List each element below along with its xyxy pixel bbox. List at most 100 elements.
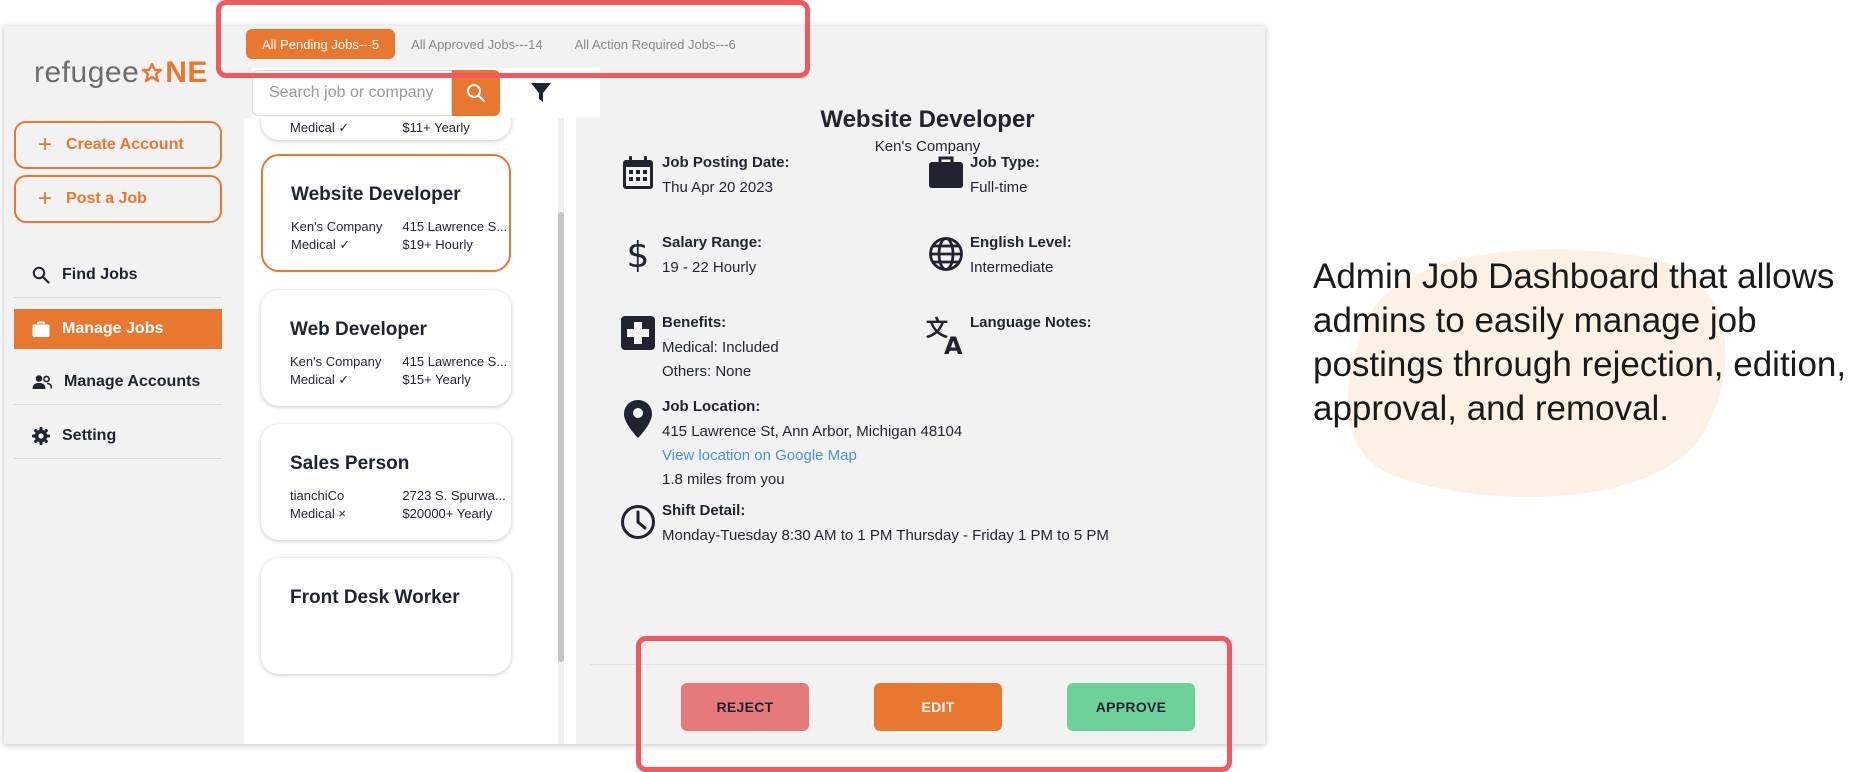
sidebar-item-find-jobs[interactable]: Find Jobs — [14, 252, 222, 298]
benefits-label: Benefits: — [662, 314, 727, 331]
benefits-other-value: Others: None — [662, 363, 752, 380]
svg-text:$: $ — [627, 236, 650, 272]
reject-button[interactable]: REJECT — [681, 683, 809, 731]
plus-icon: + — [38, 131, 53, 158]
shift-value: Monday-Tuesday 8:30 AM to 1 PM Thursday … — [662, 527, 1109, 544]
briefcase-icon — [32, 321, 50, 337]
sidebar: refugee NE + Create Account + Post a Job… — [4, 26, 236, 744]
clock-icon — [621, 505, 655, 539]
card-title: Sales Person — [290, 453, 410, 474]
plus-icon: + — [38, 185, 53, 212]
job-detail-panel: Website Developer Ken's Company Job Post… — [590, 52, 1265, 744]
card-company: Ken's Company — [290, 354, 382, 369]
tab-approved-jobs[interactable]: All Approved Jobs---14 — [395, 29, 559, 59]
field-job-type: Job Type: Full-time — [922, 154, 1040, 200]
job-type-value: Full-time — [970, 179, 1028, 196]
job-card[interactable]: Sales Person tianchiCo 2723 S. Spurwa...… — [261, 424, 511, 540]
scrollbar[interactable] — [558, 118, 564, 744]
card-medical: Medical ✓ — [290, 120, 350, 135]
sidebar-item-label: Find Jobs — [62, 265, 138, 283]
globe-icon — [929, 237, 963, 271]
action-bar: REJECT EDIT APPROVE — [590, 664, 1265, 744]
location-value: 415 Lawrence St, Ann Arbor, Michigan 481… — [662, 423, 963, 440]
search-input[interactable] — [252, 70, 452, 116]
card-pay: $19+ Hourly — [402, 237, 473, 252]
logo-text-a: refugee — [34, 56, 140, 89]
translate-icon: 文 A — [926, 316, 963, 356]
posting-date-label: Job Posting Date: — [662, 154, 790, 171]
search-button[interactable] — [452, 70, 500, 116]
sidebar-item-label: Manage Accounts — [64, 372, 201, 390]
card-location: 415 Lawrence S... — [402, 219, 508, 234]
sidebar-item-manage-accounts[interactable]: Manage Accounts — [14, 359, 222, 405]
job-company: Ken's Company — [874, 138, 981, 155]
filter-button[interactable] — [530, 82, 552, 104]
card-title: Web Developer — [290, 319, 427, 340]
language-notes-label: Language Notes: — [970, 314, 1092, 331]
google-map-link[interactable]: View location on Google Map — [662, 444, 962, 468]
job-list-column: All Pending Jobs---5 All Approved Jobs--… — [240, 26, 736, 744]
card-medical: Medical ✓ — [290, 372, 350, 387]
medical-cross-icon — [621, 316, 655, 350]
card-company: Ken's Company — [291, 219, 383, 234]
sidebar-item-label: Setting — [62, 426, 117, 444]
card-pay: $20000+ Yearly — [402, 506, 493, 521]
job-title: Website Developer — [820, 106, 1035, 133]
refugee-one-logo: refugee NE — [34, 56, 208, 90]
field-benefits: Benefits: Medical: Included Others: None — [614, 314, 779, 384]
benefits-medical-value: Medical: Included — [662, 339, 779, 356]
job-card[interactable]: Medical ✓ $11+ Yearly — [261, 118, 511, 140]
search-bar — [252, 68, 600, 118]
post-job-label: Post a Job — [66, 190, 147, 207]
tab-pending-jobs[interactable]: All Pending Jobs---5 — [246, 29, 396, 59]
english-level-label: English Level: — [970, 234, 1072, 251]
gear-icon — [32, 426, 50, 445]
calendar-icon — [623, 156, 653, 189]
search-icon — [32, 266, 50, 284]
logo-sun-icon — [142, 62, 163, 83]
approve-button[interactable]: APPROVE — [1067, 683, 1195, 731]
briefcase-icon — [929, 156, 963, 188]
job-card-list: Medical ✓ $11+ Yearly Website Developer … — [244, 118, 576, 744]
card-medical: Medical ✓ — [291, 237, 351, 252]
job-card[interactable]: Front Desk Worker — [261, 558, 511, 674]
sidebar-item-setting[interactable]: Setting — [14, 413, 222, 459]
field-english-level: English Level: Intermediate — [922, 234, 1072, 280]
shift-label: Shift Detail: — [662, 502, 746, 519]
card-medical: Medical × — [290, 506, 346, 521]
card-location: 2723 S. Spurwa... — [402, 488, 506, 503]
scrollbar-thumb[interactable] — [558, 212, 564, 662]
card-location: 415 Lawrence S... — [402, 354, 508, 369]
post-job-button[interactable]: + Post a Job — [14, 175, 222, 223]
dollar-icon: $ — [627, 236, 650, 272]
card-pay: $11+ Yearly — [402, 120, 470, 135]
field-language-notes: 文 A Language Notes: — [922, 314, 1092, 356]
app-window: refugee NE + Create Account + Post a Job… — [4, 26, 1265, 744]
posting-date-value: Thu Apr 20 2023 — [662, 179, 773, 196]
logo-text-b: NE — [165, 56, 208, 89]
field-location: Job Location: 415 Lawrence St, Ann Arbor… — [614, 398, 962, 492]
card-company: tianchiCo — [290, 488, 345, 503]
search-icon — [467, 84, 486, 103]
sidebar-item-manage-jobs[interactable]: Manage Jobs — [14, 309, 222, 349]
create-account-button[interactable]: + Create Account — [14, 121, 222, 169]
sidebar-item-label: Manage Jobs — [62, 320, 164, 337]
distance-value: 1.8 miles from you — [662, 471, 785, 488]
card-title: Website Developer — [291, 184, 461, 205]
location-pin-icon — [624, 400, 652, 438]
svg-text:A: A — [944, 332, 963, 356]
field-posting-date: Job Posting Date: Thu Apr 20 2023 — [614, 154, 790, 200]
filter-icon — [531, 83, 551, 102]
salary-value: 19 - 22 Hourly — [662, 259, 757, 276]
job-type-label: Job Type: — [970, 154, 1040, 171]
field-salary: $ Salary Range: 19 - 22 Hourly — [614, 234, 763, 280]
job-card[interactable]: Web Developer Ken's Company 415 Lawrence… — [261, 290, 511, 406]
location-label: Job Location: — [662, 398, 761, 415]
people-icon — [32, 374, 52, 389]
edit-button[interactable]: EDIT — [874, 683, 1002, 731]
english-level-value: Intermediate — [970, 259, 1054, 276]
create-account-label: Create Account — [66, 136, 184, 153]
job-card-selected[interactable]: Website Developer Ken's Company 415 Lawr… — [261, 154, 511, 272]
field-shift: Shift Detail: Monday-Tuesday 8:30 AM to … — [614, 502, 1109, 548]
caption-text: Admin Job Dashboard that allows admins t… — [1313, 257, 1847, 428]
